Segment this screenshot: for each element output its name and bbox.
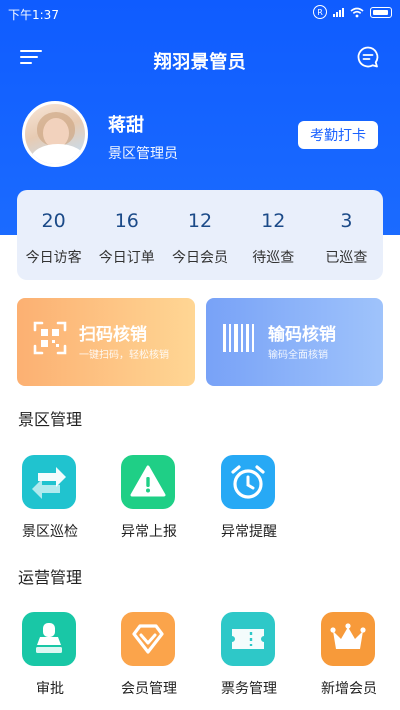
checkin-button[interactable]: 考勤打卡	[298, 121, 378, 149]
grid-item-label: 异常提醒	[221, 524, 277, 540]
qr-scan-icon	[33, 321, 67, 355]
message-icon[interactable]	[356, 45, 380, 69]
ticket-icon	[221, 612, 275, 666]
top-bar: 翔羽景管员	[0, 38, 400, 78]
stat-today-visitors[interactable]: 20 今日访客	[17, 190, 90, 280]
wifi-icon	[350, 7, 364, 17]
stat-value: 16	[114, 210, 139, 232]
grid-item-member-mgmt[interactable]: 会员管理	[109, 612, 189, 708]
battery-icon	[370, 6, 392, 18]
stat-done-patrol[interactable]: 3 已巡查	[310, 190, 383, 280]
crown-icon	[321, 612, 375, 666]
grid-item-label: 票务管理	[221, 681, 277, 697]
warning-icon	[121, 455, 175, 509]
status-icons: R	[313, 5, 392, 19]
user-name: 蒋甜	[108, 115, 144, 136]
grid-item-label: 异常上报	[121, 524, 177, 540]
stats-panel: 20 今日访客 16 今日订单 12 今日会员 12 待巡查 3 已巡查	[17, 190, 383, 280]
grid-item-label: 会员管理	[121, 681, 177, 697]
grid-item-label: 新增会员	[321, 681, 377, 697]
status-bar: 下午1:37 R	[0, 0, 400, 26]
code-verify-card[interactable]: 输码核销 输码全面核销	[206, 298, 383, 386]
card-subtitle: 一键扫码，轻松核销	[79, 350, 169, 361]
stat-value: 12	[261, 210, 286, 232]
stat-pending-patrol[interactable]: 12 待巡查	[237, 190, 310, 280]
barcode-icon	[223, 324, 254, 352]
stat-value: 12	[187, 210, 213, 232]
grid-item-ticket-mgmt[interactable]: 票务管理	[209, 612, 289, 708]
grid-item-alert[interactable]: 异常提醒	[209, 455, 289, 551]
signal-icon	[333, 7, 344, 17]
swap-arrows-icon	[22, 455, 76, 509]
avatar[interactable]	[22, 101, 88, 167]
grid-item-label: 审批	[36, 681, 64, 697]
card-subtitle: 输码全面核销	[268, 350, 328, 361]
profile-section: 蒋甜 景区管理员 考勤打卡	[22, 101, 382, 171]
section-title-scenic: 景区管理	[18, 410, 83, 429]
user-role: 景区管理员	[108, 146, 178, 162]
status-time: 下午1:37	[8, 8, 59, 22]
stamp-icon	[22, 612, 76, 666]
section-title-ops: 运营管理	[18, 568, 83, 587]
stat-today-orders[interactable]: 16 今日订单	[90, 190, 163, 280]
stat-label: 已巡查	[325, 250, 368, 266]
grid-item-report[interactable]: 异常上报	[109, 455, 189, 551]
stat-label: 今日访客	[25, 250, 82, 266]
alarm-clock-icon	[221, 455, 275, 509]
r-badge-icon: R	[313, 5, 327, 19]
grid-item-add-member[interactable]: 新增会员	[309, 612, 389, 708]
stat-label: 今日会员	[172, 250, 228, 266]
card-title: 扫码核销	[79, 325, 147, 345]
stat-today-members[interactable]: 12 今日会员	[163, 190, 236, 280]
card-title: 输码核销	[268, 325, 336, 345]
diamond-icon	[121, 612, 175, 666]
stat-label: 待巡查	[252, 250, 295, 266]
stat-value: 20	[41, 210, 66, 232]
stat-label: 今日订单	[98, 250, 155, 266]
grid-item-patrol[interactable]: 景区巡检	[10, 455, 90, 551]
page-title: 翔羽景管员	[153, 52, 247, 73]
stat-value: 3	[340, 210, 353, 232]
grid-item-approval[interactable]: 审批	[10, 612, 90, 708]
grid-item-label: 景区巡检	[22, 524, 78, 540]
scan-verify-card[interactable]: 扫码核销 一键扫码，轻松核销	[17, 298, 195, 386]
